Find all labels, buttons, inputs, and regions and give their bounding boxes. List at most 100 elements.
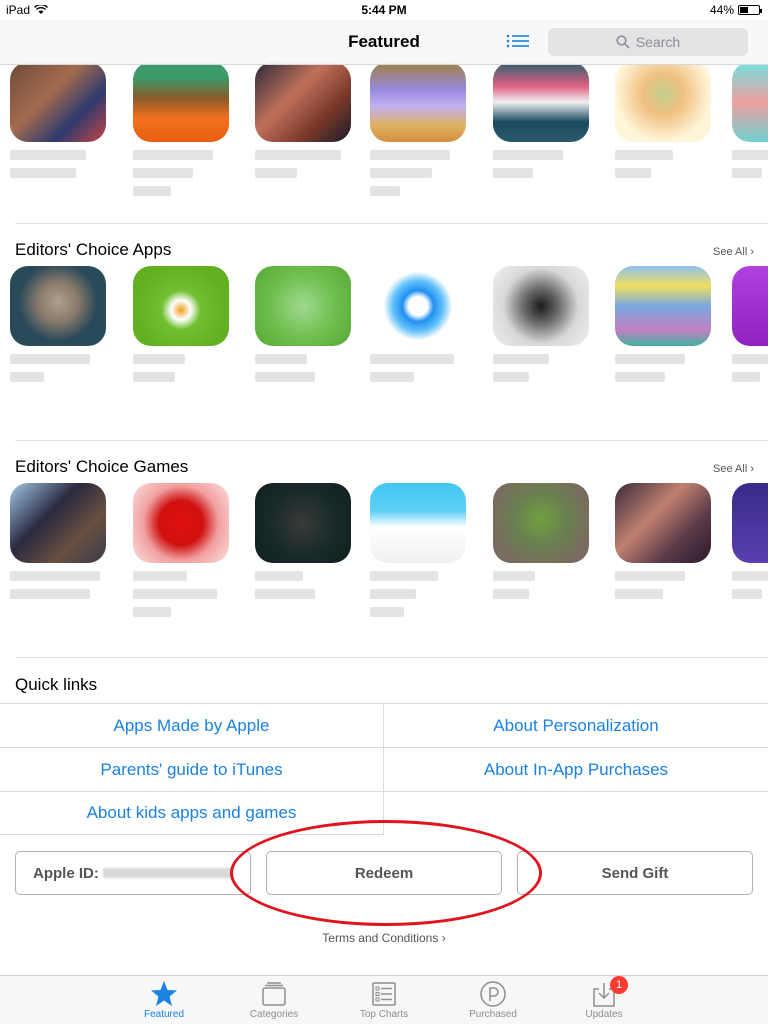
tab-featured[interactable]: Featured — [124, 976, 204, 1024]
app-tile[interactable] — [133, 483, 229, 617]
app-tile[interactable] — [370, 483, 466, 617]
app-text-blur — [370, 150, 450, 204]
app-tile[interactable] — [255, 266, 351, 382]
search-input[interactable]: Search — [548, 28, 748, 56]
chevron-right-icon: › — [750, 463, 754, 475]
redeem-button[interactable]: Redeem — [266, 851, 502, 895]
tab-bar: Featured Categories Top Charts Purchased… — [0, 975, 768, 1024]
app-tile[interactable] — [732, 62, 768, 178]
battery-fill — [740, 7, 748, 13]
app-tile[interactable] — [255, 62, 351, 178]
app-icons-row — [0, 62, 768, 196]
chevron-right-icon: › — [750, 246, 754, 258]
app-icon — [255, 483, 351, 563]
app-text-blur — [732, 354, 768, 390]
app-icon — [493, 266, 589, 346]
app-tile[interactable] — [732, 266, 768, 382]
search-placeholder: Search — [635, 34, 681, 50]
app-tile[interactable] — [10, 483, 106, 599]
app-tile[interactable] — [255, 483, 351, 599]
quick-link-apps-made-by-apple[interactable]: Apps Made by Apple — [0, 703, 383, 747]
app-text-blur — [133, 571, 217, 625]
app-text-blur — [10, 354, 90, 390]
app-tile[interactable] — [10, 266, 106, 382]
app-text-blur — [493, 571, 535, 607]
app-icon — [732, 266, 768, 346]
app-icon — [255, 62, 351, 142]
divider — [15, 223, 768, 224]
app-tile[interactable] — [493, 266, 589, 382]
quick-link-empty — [384, 791, 768, 835]
apple-id-value-blurred — [102, 868, 233, 878]
app-icon — [732, 483, 768, 563]
divider — [15, 440, 768, 441]
quick-links-title: Quick links — [15, 675, 98, 694]
app-tile[interactable] — [10, 62, 106, 178]
app-icon — [615, 483, 711, 563]
see-all-label: See All — [713, 463, 748, 475]
status-bar: iPad 5:44 PM 44% — [0, 0, 768, 20]
app-text-blur — [615, 571, 685, 607]
app-text-blur — [255, 571, 315, 607]
see-all-link[interactable]: See All › — [713, 463, 754, 475]
app-tile[interactable] — [493, 483, 589, 599]
purchased-icon — [480, 981, 506, 1007]
app-text-blur — [370, 571, 438, 625]
app-tile[interactable] — [732, 483, 768, 599]
categories-icon — [262, 982, 286, 1006]
app-tile[interactable] — [615, 62, 711, 178]
star-icon — [151, 981, 177, 1006]
app-text-blur — [370, 354, 454, 390]
search-icon — [616, 35, 630, 49]
list-icon[interactable] — [506, 34, 530, 52]
quick-link-about-personalization[interactable]: About Personalization — [384, 703, 768, 747]
app-tile[interactable] — [133, 62, 229, 196]
divider — [15, 657, 768, 658]
app-icon — [370, 266, 466, 346]
app-tile[interactable] — [133, 266, 229, 382]
app-icon — [133, 483, 229, 563]
status-right: 44% — [710, 3, 762, 17]
tab-categories[interactable]: Categories — [234, 976, 314, 1024]
app-icon — [615, 62, 711, 142]
app-icon — [10, 266, 106, 346]
quick-link-about-kids-apps[interactable]: About kids apps and games — [0, 791, 383, 835]
apple-id-label: Apple ID: — [33, 864, 99, 882]
terms-link[interactable]: Terms and Conditions › — [0, 931, 768, 945]
app-tile[interactable] — [370, 266, 466, 382]
navigation-bar: Featured Search — [0, 20, 768, 65]
apple-id-button[interactable]: Apple ID: — [15, 851, 251, 895]
app-text-blur — [255, 354, 315, 390]
app-text-blur — [615, 150, 673, 186]
app-icons-row — [0, 483, 768, 617]
send-gift-button[interactable]: Send Gift — [517, 851, 753, 895]
see-all-link[interactable]: See All › — [713, 246, 754, 258]
quick-link-parents-guide[interactable]: Parents' guide to iTunes — [0, 747, 383, 791]
app-tile[interactable] — [615, 483, 711, 599]
tab-top-charts[interactable]: Top Charts — [344, 976, 424, 1024]
app-icon — [133, 62, 229, 142]
divider — [383, 703, 384, 835]
tab-purchased[interactable]: Purchased — [453, 976, 533, 1024]
tab-updates[interactable]: 1 Updates — [564, 976, 644, 1024]
tab-label: Updates — [585, 1009, 623, 1020]
app-store-screen: iPad 5:44 PM 44% Featured Search Editors… — [0, 0, 768, 1024]
app-icon — [615, 266, 711, 346]
app-tile[interactable] — [615, 266, 711, 382]
app-icon — [133, 266, 229, 346]
battery-tip — [760, 9, 762, 13]
app-icon — [493, 483, 589, 563]
tab-label: Categories — [249, 1009, 299, 1020]
app-text-blur — [493, 354, 549, 390]
app-tile[interactable] — [370, 62, 466, 196]
quick-link-about-in-app-purchases[interactable]: About In-App Purchases — [384, 747, 768, 791]
app-text-blur — [732, 150, 768, 186]
app-icon — [370, 62, 466, 142]
app-text-blur — [133, 150, 213, 204]
tab-label: Purchased — [469, 1009, 517, 1020]
shelf-title: Editors' Choice Games — [15, 457, 189, 476]
see-all-label: See All — [713, 246, 748, 258]
tab-label: Top Charts — [359, 1009, 409, 1020]
app-icon — [732, 62, 768, 142]
app-tile[interactable] — [493, 62, 589, 178]
